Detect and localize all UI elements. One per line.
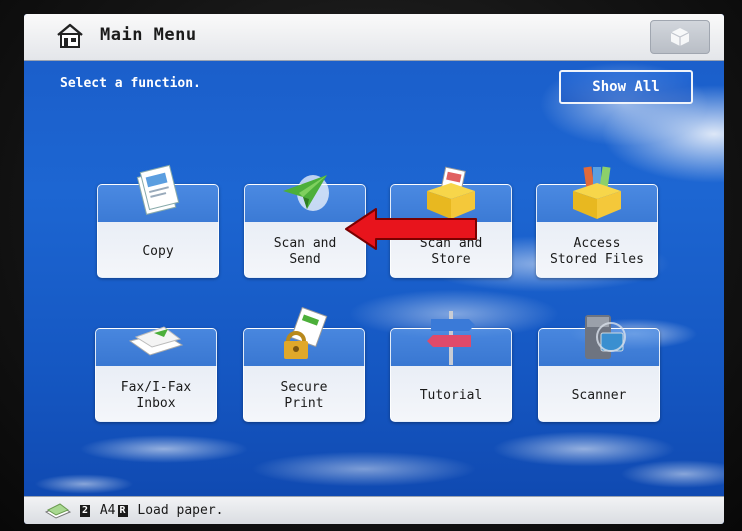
status-text: Load paper.: [137, 503, 224, 518]
tile-secure-print[interactable]: Secure Print: [243, 306, 365, 422]
status-message: 2 A4 R Load paper.: [78, 503, 223, 518]
scanner-icon: [567, 307, 631, 369]
cube-icon: [670, 28, 690, 46]
scan-send-icon: [273, 163, 337, 225]
touch-screen: Main Menu Select a function. Show All Co…: [24, 14, 724, 524]
top-right-button[interactable]: [650, 20, 710, 54]
tile-label: Fax/I-Fax Inbox: [120, 380, 192, 411]
copy-icon: [126, 163, 190, 225]
home-icon[interactable]: [56, 23, 84, 49]
paper-orientation: R: [117, 505, 128, 517]
status-bar: 2 A4 R Load paper.: [24, 496, 724, 524]
tile-copy[interactable]: Copy: [97, 164, 219, 278]
tile-scanner[interactable]: Scanner: [538, 315, 660, 422]
fax-inbox-icon: [124, 307, 188, 369]
title-bar: Main Menu: [24, 14, 724, 61]
paper-stack-icon: [44, 502, 72, 524]
tile-label: Tutorial: [419, 388, 483, 403]
tray-number: 2: [80, 505, 91, 517]
show-all-button[interactable]: Show All: [559, 70, 693, 104]
red-arrow-annotation: [345, 208, 477, 250]
instruction-text: Select a function.: [60, 76, 201, 91]
page-title: Main Menu: [100, 25, 197, 45]
paper-size: A4: [99, 503, 116, 518]
tile-fax-inbox[interactable]: Fax/I-Fax Inbox: [95, 326, 217, 422]
tile-tutorial[interactable]: Tutorial: [390, 311, 512, 422]
stored-files-icon: [565, 163, 629, 225]
secure-print-icon: [272, 306, 336, 369]
tile-access-stored-files[interactable]: Access Stored Files: [536, 166, 658, 278]
tutorial-icon: [419, 307, 483, 369]
tile-label: Scanner: [571, 388, 627, 403]
tile-label: Secure Print: [280, 380, 328, 411]
tile-label: Copy: [142, 244, 174, 259]
tile-label: Access Stored Files: [550, 236, 644, 267]
